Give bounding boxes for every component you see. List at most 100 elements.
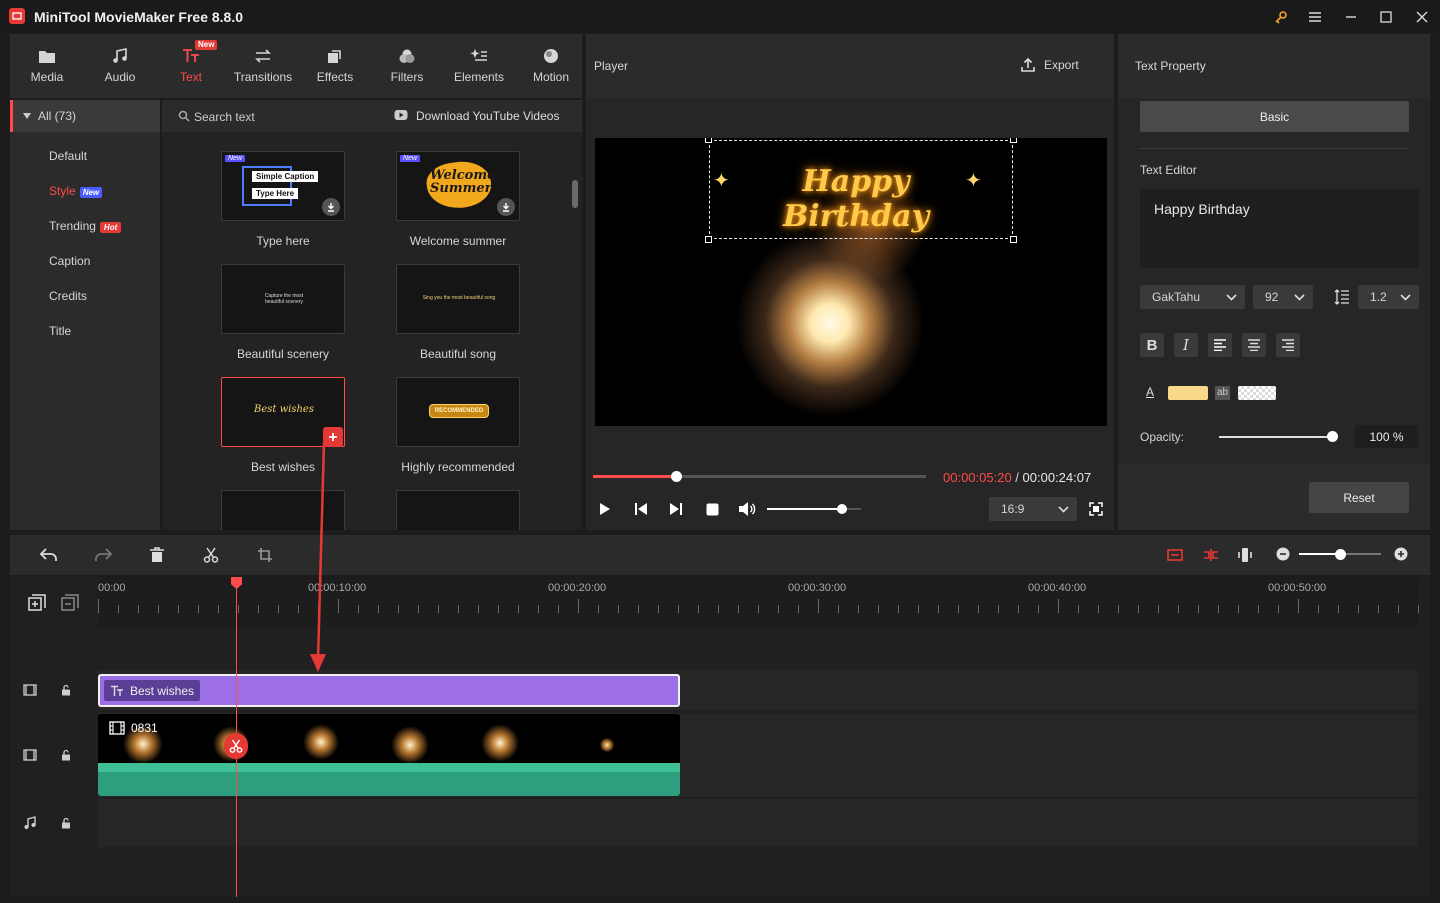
font-select[interactable]: GakTahu	[1140, 285, 1245, 309]
scrollbar-thumb[interactable]	[572, 180, 578, 208]
tab-media[interactable]: Media	[11, 34, 83, 98]
text-template-card[interactable]: New Welcome Summer	[396, 151, 520, 221]
split-scissors-icon[interactable]	[203, 547, 219, 563]
stop-icon[interactable]	[706, 503, 719, 516]
volume-handle[interactable]	[837, 504, 847, 514]
export-button[interactable]: Export	[1020, 57, 1079, 73]
reset-button[interactable]: Reset	[1309, 482, 1409, 513]
crop-icon[interactable]	[257, 547, 273, 563]
split-button[interactable]	[224, 733, 248, 759]
line-spacing-select[interactable]: 1.2	[1358, 285, 1419, 309]
align-center-button[interactable]	[1242, 333, 1266, 357]
italic-button[interactable]: I	[1174, 333, 1198, 357]
divider	[1140, 148, 1409, 149]
text-template-card[interactable]: Capture the most beautiful scenery	[221, 264, 345, 334]
bold-button[interactable]: B	[1140, 333, 1164, 357]
tab-audio[interactable]: Audio	[84, 34, 156, 98]
opacity-label: Opacity:	[1140, 430, 1185, 444]
download-youtube-link[interactable]: Download YouTube Videos	[416, 109, 559, 123]
resize-handle[interactable]	[705, 236, 712, 243]
resize-handle[interactable]	[1010, 138, 1017, 143]
text-template-card-selected[interactable]: Best wishes	[221, 377, 345, 447]
ruler-tick	[1158, 605, 1159, 613]
ruler-label: 00:00:50:00	[1268, 582, 1327, 594]
minimize-icon[interactable]	[1340, 6, 1362, 28]
text-template-card[interactable]: Sing you the most beautiful song	[396, 264, 520, 334]
volume-icon[interactable]	[738, 501, 756, 517]
text-template-card[interactable]: RECOMMENDED	[396, 377, 520, 447]
category-title[interactable]: Title	[49, 324, 71, 338]
resize-handle[interactable]	[1010, 236, 1017, 243]
aspect-ratio-select[interactable]: 16:9	[989, 497, 1077, 521]
lock-icon[interactable]	[60, 684, 72, 696]
zoom-out-icon[interactable]	[1276, 547, 1290, 561]
background-color-swatch[interactable]	[1238, 386, 1276, 400]
ruler-tick	[378, 605, 379, 613]
download-icon[interactable]	[497, 198, 515, 216]
text-icon	[111, 685, 123, 696]
resize-handle[interactable]	[705, 138, 712, 143]
next-frame-icon[interactable]	[669, 502, 683, 516]
thumbnail-spark	[481, 724, 519, 762]
category-all[interactable]: All (73)	[10, 100, 160, 132]
text-template-card[interactable]: New Simple Caption Type Here	[221, 151, 345, 221]
app-logo-icon	[9, 8, 25, 24]
preview-text: Type Here	[252, 188, 299, 199]
tab-transitions[interactable]: Transitions	[227, 34, 299, 98]
font-size-select[interactable]: 92	[1253, 285, 1313, 309]
zoom-in-icon[interactable]	[1394, 547, 1408, 561]
undo-icon[interactable]	[40, 547, 58, 563]
opacity-input[interactable]: 100 %	[1355, 425, 1418, 448]
align-left-button[interactable]	[1208, 333, 1232, 357]
ruler-tick	[878, 605, 879, 613]
fullscreen-icon[interactable]	[1089, 502, 1103, 516]
align-right-button[interactable]	[1276, 333, 1300, 357]
snap-icon[interactable]	[1203, 547, 1219, 563]
search-input[interactable]: Search text	[194, 110, 255, 124]
tab-motion[interactable]: Motion	[515, 34, 587, 98]
scissors-icon	[229, 739, 243, 753]
previous-frame-icon[interactable]	[634, 502, 648, 516]
remove-track-icon[interactable]	[61, 594, 79, 612]
tab-effects[interactable]: Effects	[299, 34, 371, 98]
ruler-tick	[978, 605, 979, 613]
category-default[interactable]: Default	[49, 149, 87, 163]
opacity-slider-handle[interactable]	[1327, 431, 1338, 442]
tab-elements[interactable]: Elements	[443, 34, 515, 98]
lock-icon[interactable]	[60, 817, 72, 829]
video-preview[interactable]: ✦ ✦ Happy Birthday	[595, 138, 1107, 426]
motion-icon	[544, 49, 558, 63]
tab-filters[interactable]: Filters	[371, 34, 443, 98]
text-clip[interactable]: Best wishes	[98, 674, 680, 707]
fit-timeline-icon[interactable]	[1167, 547, 1183, 563]
zoom-slider-handle[interactable]	[1335, 549, 1346, 560]
menu-icon[interactable]	[1304, 6, 1326, 28]
tab-text[interactable]: New Text	[155, 34, 227, 98]
download-icon[interactable]	[322, 198, 340, 216]
lock-icon[interactable]	[60, 749, 72, 761]
add-track-icon[interactable]	[28, 594, 46, 612]
text-editor-label: Text Editor	[1140, 163, 1197, 177]
close-icon[interactable]	[1411, 6, 1433, 28]
opacity-slider-track[interactable]	[1219, 436, 1333, 438]
playback-progress-handle[interactable]	[671, 471, 682, 482]
key-icon[interactable]	[1270, 6, 1292, 28]
tab-basic[interactable]: Basic	[1140, 101, 1409, 132]
font-color-swatch[interactable]	[1168, 386, 1208, 400]
audio-mixer-icon[interactable]	[1237, 547, 1253, 563]
delete-icon[interactable]	[149, 547, 165, 563]
ruler-tick	[1398, 605, 1399, 613]
redo-icon[interactable]	[94, 547, 112, 563]
category-style[interactable]: Style New	[49, 184, 103, 198]
ruler-tick	[1058, 599, 1059, 613]
play-icon[interactable]	[598, 502, 612, 516]
time-ruler[interactable]: 00:00 00:00:10:00 00:00:20:00 00:00:30:0…	[98, 577, 1419, 629]
ruler-tick	[798, 605, 799, 613]
category-trending[interactable]: Trending Hot	[49, 219, 122, 233]
text-template-card[interactable]	[396, 490, 520, 530]
maximize-icon[interactable]	[1375, 6, 1397, 28]
category-credits[interactable]: Credits	[49, 289, 87, 303]
video-clip[interactable]: 0831	[98, 714, 680, 796]
text-editor-input[interactable]: Happy Birthday	[1140, 189, 1419, 268]
category-caption[interactable]: Caption	[49, 254, 90, 268]
